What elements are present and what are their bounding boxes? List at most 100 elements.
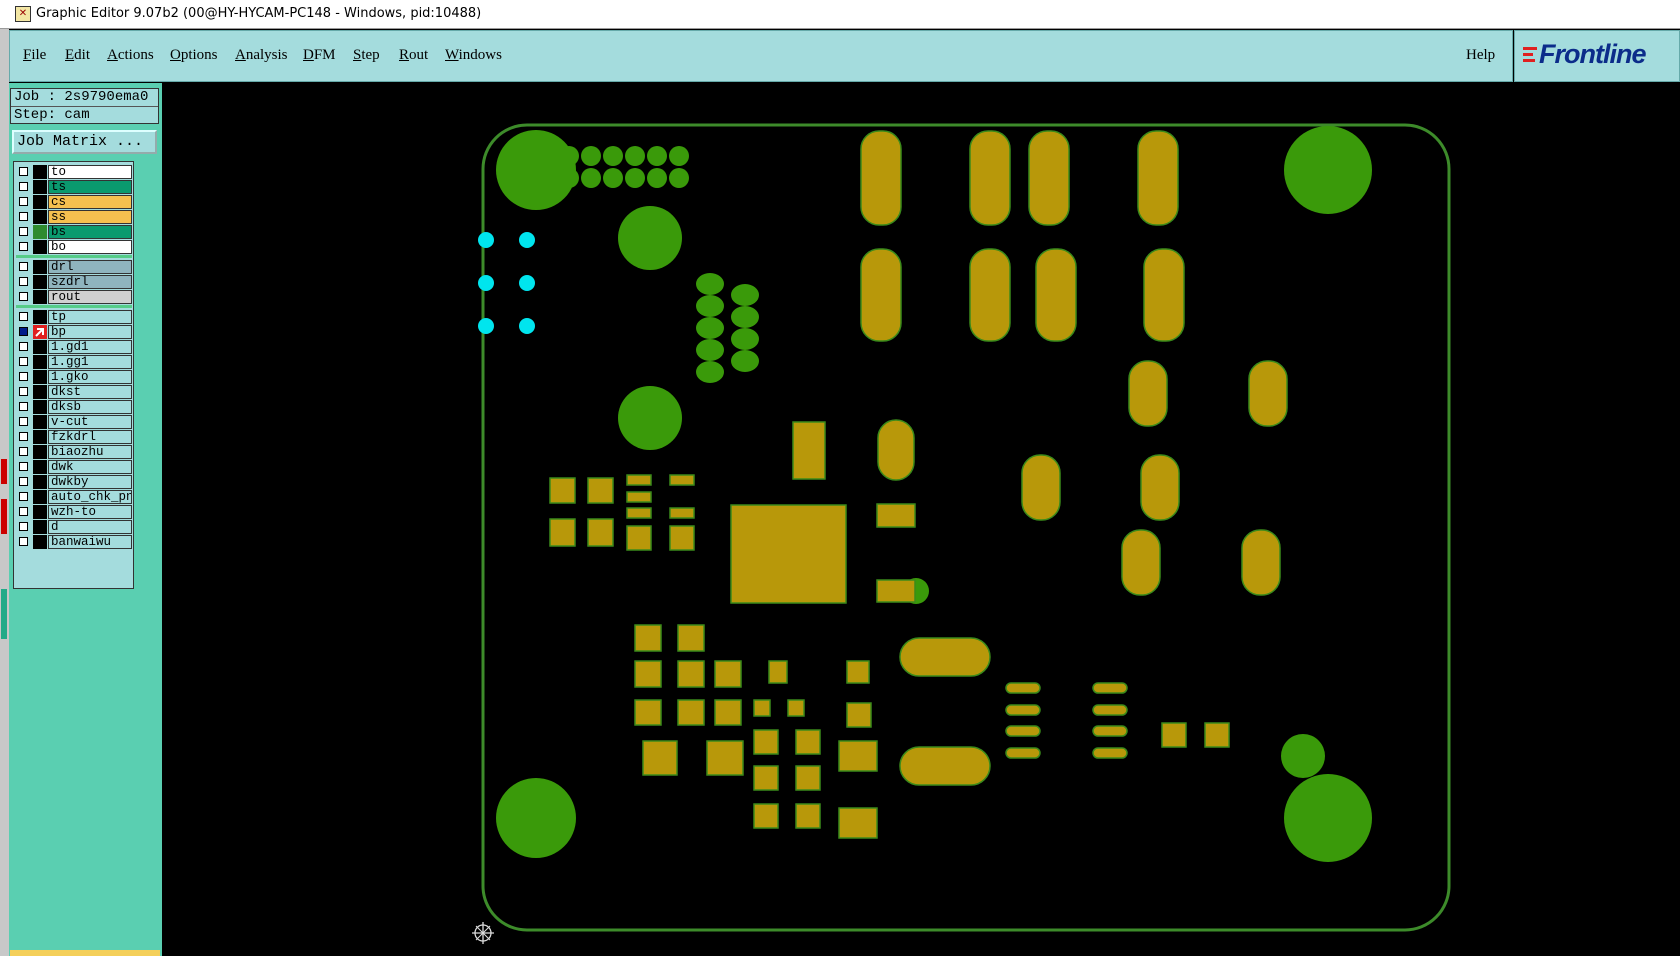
layer-checkbox[interactable] [19,227,28,236]
menu-file[interactable]: File [23,47,46,64]
layer-color-swatch[interactable] [33,475,47,489]
layer-color-swatch[interactable] [33,535,47,549]
layer-checkbox[interactable] [19,167,28,176]
layer-checkbox[interactable] [19,242,28,251]
layer-checkbox[interactable] [19,537,28,546]
layer-color-swatch[interactable] [33,520,47,534]
menu-analysis[interactable]: Analysis [235,47,288,64]
layer-row-bo[interactable]: bo [16,240,132,254]
layer-name[interactable]: wzh-to [48,505,132,519]
layer-name[interactable]: szdrl [48,275,132,289]
layer-color-swatch[interactable] [33,385,47,399]
layer-checkbox[interactable] [19,342,28,351]
layer-name[interactable]: dwkby [48,475,132,489]
layer-checkbox[interactable] [19,372,28,381]
layer-checkbox[interactable] [19,447,28,456]
layer-checkbox[interactable] [19,292,28,301]
layer-row-rout[interactable]: rout [16,290,132,304]
layer-checkbox[interactable] [19,462,28,471]
layer-name[interactable]: 1.gd1 [48,340,132,354]
layer-name[interactable]: bs [48,225,132,239]
menu-help[interactable]: Help [1466,47,1495,64]
layer-color-swatch[interactable] [33,340,47,354]
menu-edit[interactable]: Edit [65,47,90,64]
layer-name[interactable]: rout [48,290,132,304]
layer-color-swatch[interactable] [33,310,47,324]
graphic-canvas[interactable] [163,83,1680,956]
layer-row-biaozhu[interactable]: biaozhu [16,445,132,459]
layer-checkbox[interactable] [19,522,28,531]
menu-dfm[interactable]: DFM [303,47,336,64]
layer-name[interactable]: to [48,165,132,179]
layer-color-swatch[interactable] [33,505,47,519]
layer-checkbox[interactable] [19,402,28,411]
layer-row-to[interactable]: to [16,165,132,179]
layer-row-1-gd1[interactable]: 1.gd1 [16,340,132,354]
layer-name[interactable]: biaozhu [48,445,132,459]
layer-name[interactable]: cs [48,195,132,209]
layer-name[interactable]: ts [48,180,132,194]
layer-color-swatch[interactable] [33,275,47,289]
layer-color-swatch[interactable] [33,290,47,304]
layer-row-1-gg1[interactable]: 1.gg1 [16,355,132,369]
layer-color-swatch[interactable] [33,260,47,274]
layer-row-cs[interactable]: cs [16,195,132,209]
layer-name[interactable]: ss [48,210,132,224]
layer-checkbox[interactable] [19,312,28,321]
layer-row-wzh-to[interactable]: wzh-to [16,505,132,519]
layer-color-swatch[interactable] [33,225,47,239]
layer-color-swatch[interactable] [33,460,47,474]
layer-checkbox[interactable] [19,432,28,441]
layer-row-banwaiwu[interactable]: banwaiwu [16,535,132,549]
layer-name[interactable]: auto_chk_pn. [48,490,132,504]
layer-color-swatch[interactable] [33,195,47,209]
layer-color-swatch[interactable] [33,415,47,429]
layer-row-dwkby[interactable]: dwkby [16,475,132,489]
menu-step[interactable]: Step [353,47,380,64]
layer-checkbox[interactable] [19,197,28,206]
layer-color-swatch[interactable] [33,180,47,194]
layer-name[interactable]: 1.gko [48,370,132,384]
layer-checkbox[interactable] [19,357,28,366]
menu-windows[interactable]: Windows [445,47,502,64]
menu-rout[interactable]: Rout [399,47,428,64]
layer-row-ss[interactable]: ss [16,210,132,224]
layer-color-swatch[interactable] [33,165,47,179]
layer-name[interactable]: dkst [48,385,132,399]
layer-row-fzkdrl[interactable]: fzkdrl [16,430,132,444]
layer-color-swatch[interactable] [33,430,47,444]
layer-checkbox[interactable] [19,182,28,191]
layer-name[interactable]: dwk [48,460,132,474]
layer-row-dksb[interactable]: dksb [16,400,132,414]
menu-actions[interactable]: Actions [107,47,154,64]
layer-checkbox[interactable] [19,477,28,486]
layer-name[interactable]: dksb [48,400,132,414]
layer-color-swatch[interactable] [33,370,47,384]
layer-name[interactable]: bo [48,240,132,254]
menu-options[interactable]: Options [170,47,218,64]
layer-row-tp[interactable]: tp [16,310,132,324]
job-matrix-button[interactable]: Job Matrix ... [12,130,157,154]
layer-row-drl[interactable]: drl [16,260,132,274]
layer-name[interactable]: drl [48,260,132,274]
layer-row-bp[interactable]: bp [16,325,132,339]
layer-row-ts[interactable]: ts [16,180,132,194]
layer-name[interactable]: bp [48,325,132,339]
layer-row-1-gko[interactable]: 1.gko [16,370,132,384]
layer-checkbox[interactable] [19,387,28,396]
layer-color-swatch[interactable] [33,210,47,224]
layer-name[interactable]: d [48,520,132,534]
layer-color-swatch[interactable] [33,400,47,414]
layer-name[interactable]: v-cut [48,415,132,429]
layer-row-auto-chk-pn-[interactable]: auto_chk_pn. [16,490,132,504]
layer-name[interactable]: tp [48,310,132,324]
layer-name[interactable]: fzkdrl [48,430,132,444]
layer-checkbox[interactable] [19,417,28,426]
layer-name[interactable]: banwaiwu [48,535,132,549]
layer-color-swatch[interactable] [33,240,47,254]
layer-row-dwk[interactable]: dwk [16,460,132,474]
layer-checkbox[interactable] [19,327,28,336]
layer-color-swatch[interactable] [33,445,47,459]
layer-row-dkst[interactable]: dkst [16,385,132,399]
layer-row-bs[interactable]: bs [16,225,132,239]
